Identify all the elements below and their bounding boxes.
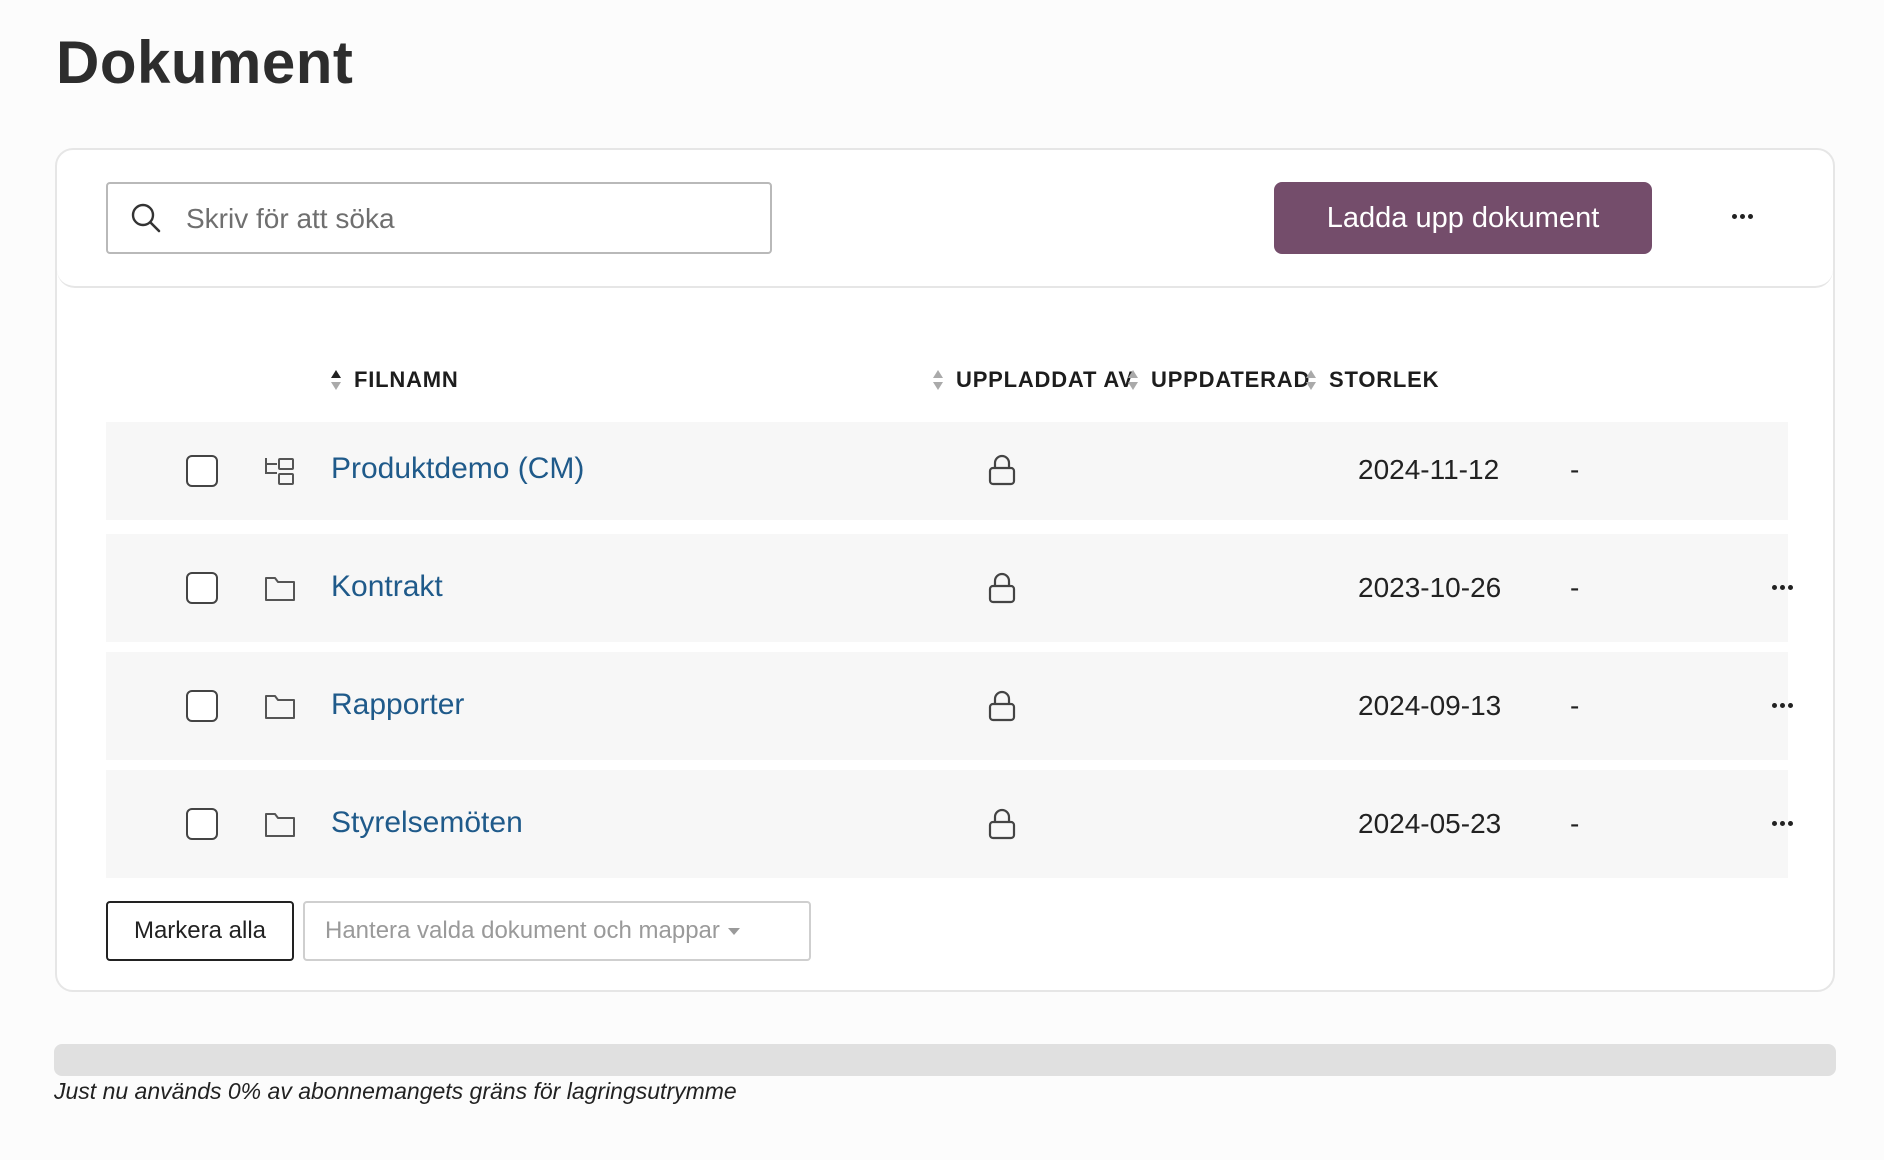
more-horizontal-icon xyxy=(1771,820,1793,826)
column-label: UPPLADDAT AV xyxy=(956,367,1134,392)
column-label: FILNAMN xyxy=(354,367,459,392)
folder-icon xyxy=(265,695,295,719)
search-icon xyxy=(131,203,161,233)
sort-icon xyxy=(1306,370,1316,390)
size-cell: - xyxy=(1570,808,1580,839)
row-more-button[interactable] xyxy=(1762,572,1802,602)
size-cell: - xyxy=(1570,572,1580,603)
column-label: UPPDATERAD xyxy=(1151,367,1311,392)
folder-icon xyxy=(265,577,295,601)
upload-document-button[interactable]: Ladda upp dokument xyxy=(1274,182,1652,254)
lock-icon xyxy=(988,690,1016,722)
search-input[interactable] xyxy=(184,184,748,254)
row-more-button[interactable] xyxy=(1762,690,1802,720)
row-more-button[interactable] xyxy=(1762,808,1802,838)
file-link[interactable]: Styrelsemöten xyxy=(331,806,523,840)
column-header-uploaded-by[interactable]: UPPLADDAT AV xyxy=(932,360,1134,400)
row-checkbox[interactable] xyxy=(186,808,218,840)
more-horizontal-icon xyxy=(1731,213,1753,219)
storage-usage-text: Just nu används 0% av abonnemangets grän… xyxy=(54,1078,737,1104)
lock-icon xyxy=(988,454,1016,486)
updated-cell: 2024-09-13 xyxy=(1358,690,1502,721)
folder-icon xyxy=(265,813,295,837)
file-link[interactable]: Rapporter xyxy=(331,688,464,722)
manage-selected-label: Hantera valda dokument och mappar xyxy=(325,917,720,944)
documents-card: Ladda upp dokument FILNAMN UPPLADDAT AV xyxy=(55,148,1835,992)
row-checkbox[interactable] xyxy=(186,572,218,604)
toolbar-more-button[interactable] xyxy=(1717,196,1767,236)
updated-cell: 2024-11-12 xyxy=(1358,454,1500,485)
search-box[interactable] xyxy=(106,182,772,254)
lock-icon xyxy=(988,808,1016,840)
file-link[interactable]: Produktdemo (CM) xyxy=(331,452,584,486)
table-row[interactable]: Rapporter 2024-09-13 - xyxy=(106,652,1793,760)
updated-cell: 2024-05-23 xyxy=(1358,808,1502,839)
size-cell: - xyxy=(1570,690,1580,721)
table-row[interactable]: Styrelsemöten 2024-05-23 - xyxy=(106,770,1793,878)
column-header-updated[interactable]: UPPDATERAD xyxy=(1127,360,1310,400)
column-header-size[interactable]: STORLEK xyxy=(1305,360,1439,400)
more-horizontal-icon xyxy=(1771,702,1793,708)
page-title: Dokument xyxy=(56,29,354,96)
table-row[interactable]: Kontrakt 2023-10-26 - xyxy=(106,534,1793,642)
table-row[interactable]: Produktdemo (CM) 2024-11-12 - xyxy=(106,422,1788,520)
caret-down-icon xyxy=(727,927,740,935)
select-all-button[interactable]: Markera alla xyxy=(106,901,294,961)
sort-icon xyxy=(1128,370,1138,390)
storage-usage-bar xyxy=(54,1044,1836,1076)
size-cell: - xyxy=(1570,454,1580,485)
table-header: FILNAMN UPPLADDAT AV UPPDATERAD STORLEK xyxy=(57,360,1833,400)
manage-selected-dropdown[interactable]: Hantera valda dokument och mappar xyxy=(303,901,811,961)
updated-cell: 2023-10-26 xyxy=(1358,572,1502,603)
lock-icon xyxy=(988,572,1016,604)
file-link[interactable]: Kontrakt xyxy=(331,570,443,604)
documents-page: Dokument Ladda upp dokument FILNA xyxy=(0,0,1884,1160)
more-horizontal-icon xyxy=(1771,584,1793,590)
sort-icon xyxy=(933,370,943,390)
column-header-filename[interactable]: FILNAMN xyxy=(330,360,459,400)
row-checkbox[interactable] xyxy=(186,690,218,722)
sort-ascending-icon xyxy=(331,370,341,390)
toolbar: Ladda upp dokument xyxy=(57,150,1833,288)
column-label: STORLEK xyxy=(1329,367,1440,392)
row-checkbox[interactable] xyxy=(186,455,218,487)
folder-tree-icon xyxy=(265,458,294,485)
